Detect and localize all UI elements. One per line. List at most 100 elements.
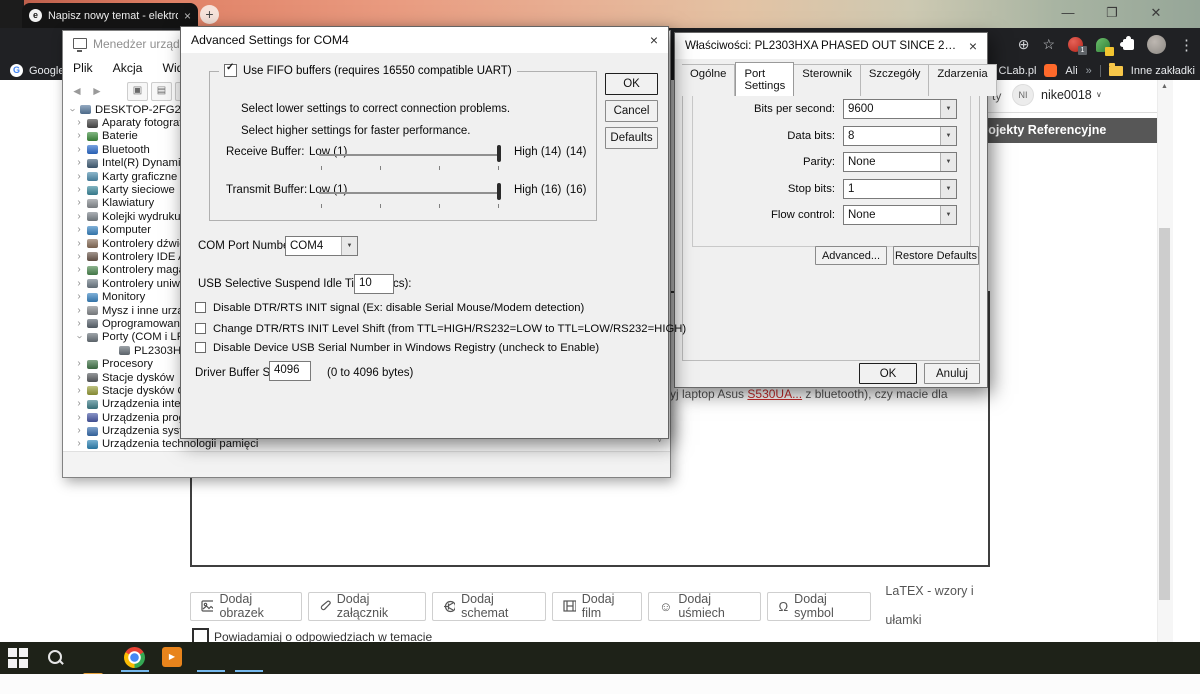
tree-chevron-icon[interactable]	[75, 225, 83, 235]
menu-item[interactable]: Akcja	[103, 58, 153, 75]
tab[interactable]: Szczegóły	[860, 64, 930, 96]
back-icon[interactable]: ◄	[71, 84, 83, 98]
extensions-puzzle-icon[interactable]	[1120, 36, 1134, 50]
disable-serial-checkbox[interactable]	[195, 342, 206, 353]
tree-chevron-icon[interactable]	[75, 373, 83, 383]
add-smiley-button[interactable]: ☺ Dodaj uśmiech	[648, 591, 762, 621]
dropdown-arrow-icon[interactable]: ▼	[940, 100, 956, 118]
browser-tab[interactable]: e Napisz nowy temat - elektroda.pl ×	[22, 3, 198, 28]
tree-chevron-icon[interactable]	[75, 426, 83, 436]
tab[interactable]: Port Settings	[735, 62, 795, 96]
tree-chevron-icon[interactable]	[75, 145, 83, 155]
dropdown-arrow-icon[interactable]: ▼	[341, 237, 357, 255]
tree-chevron-icon[interactable]	[74, 333, 84, 341]
dropdown-arrow-icon[interactable]: ▼	[940, 180, 956, 198]
tree-chevron-icon[interactable]	[75, 306, 83, 316]
tree-chevron-icon[interactable]	[75, 185, 83, 195]
tab[interactable]: Zdarzenia	[929, 64, 997, 96]
post-text-link[interactable]: S530UA...	[747, 387, 802, 401]
user-menu-caret-icon[interactable]: ∨	[1096, 90, 1102, 99]
tree-chevron-icon[interactable]	[75, 158, 83, 168]
tab[interactable]: Ogólne	[682, 64, 736, 96]
restore-defaults-button[interactable]: Restore Defaults	[893, 246, 979, 265]
tree-chevron-icon[interactable]	[75, 413, 83, 423]
driver-buffer-input[interactable]: 4096	[269, 361, 311, 381]
receive-slider-thumb[interactable]	[497, 145, 501, 162]
scrollbar-up-icon[interactable]: ▲	[1161, 83, 1168, 90]
chrome-icon[interactable]	[124, 647, 145, 668]
add-attachment-button[interactable]: Dodaj załącznik	[308, 591, 426, 621]
start-button[interactable]	[8, 647, 30, 670]
cancel-button[interactable]: Anuluj	[924, 363, 980, 384]
tree-chevron-icon[interactable]	[75, 118, 83, 128]
dropdown-arrow-icon[interactable]: ▼	[940, 153, 956, 171]
ok-button[interactable]: OK	[859, 363, 917, 384]
extension-red-icon[interactable]: 1	[1068, 37, 1087, 55]
advanced-titlebar[interactable]: Advanced Settings for COM4 ×	[181, 27, 668, 53]
disable-dtr-checkbox[interactable]	[195, 302, 206, 313]
close-icon[interactable]: ×	[969, 33, 977, 59]
bookmarks-overflow-chevron[interactable]: »	[1086, 65, 1092, 77]
ok-button[interactable]: OK	[605, 73, 658, 95]
tree-chevron-icon[interactable]	[67, 106, 77, 114]
tree-chevron-icon[interactable]	[75, 252, 83, 262]
tree-chevron-icon[interactable]	[75, 439, 83, 449]
tree-chevron-icon[interactable]	[75, 265, 83, 275]
menu-kebab-icon[interactable]: ⋮	[1179, 36, 1194, 54]
console-icon[interactable]: ▣	[127, 82, 148, 101]
tab[interactable]: Sterownik	[794, 64, 861, 96]
dropdown-arrow-icon[interactable]: ▼	[940, 206, 956, 224]
bookmark-clab[interactable]: CLab.pl	[999, 65, 1037, 77]
tree-chevron-icon[interactable]	[75, 359, 83, 369]
transmit-slider-thumb[interactable]	[497, 183, 501, 200]
menu-item[interactable]: Plik	[63, 58, 103, 75]
latex-link[interactable]: LaTEX - wzory i ułamki	[877, 577, 1000, 635]
bookmark-star-icon[interactable]: ☆	[1042, 36, 1055, 53]
add-image-button[interactable]: Dodaj obrazek	[190, 591, 303, 621]
tree-chevron-icon[interactable]	[75, 319, 83, 329]
tree-row[interactable]: Urządzenia technologii pamięci	[63, 438, 655, 451]
cancel-button[interactable]: Cancel	[605, 100, 658, 122]
username[interactable]: nike0018	[1041, 88, 1092, 102]
new-tab-button[interactable]: +	[200, 5, 219, 24]
add-film-button[interactable]: Dodaj film	[552, 591, 643, 621]
search-button[interactable]	[45, 647, 67, 669]
field-dropdown[interactable]: None ▼	[843, 152, 957, 172]
field-dropdown[interactable]: None ▼	[843, 205, 957, 225]
forward-icon[interactable]: ►	[91, 84, 103, 98]
add-schematic-button[interactable]: Dodaj schemat	[431, 591, 547, 621]
zoom-icon[interactable]: ⊕	[1018, 36, 1030, 53]
close-icon[interactable]: ×	[650, 27, 658, 53]
films-tv-icon[interactable]: ▶	[162, 647, 182, 667]
tree-chevron-icon[interactable]	[75, 399, 83, 409]
bookmark-google[interactable]: Google	[29, 65, 64, 77]
com-port-dropdown[interactable]: COM4 ▼	[285, 236, 358, 256]
other-bookmarks-button[interactable]: Inne zakładki	[1131, 65, 1195, 77]
tree-chevron-icon[interactable]	[75, 292, 83, 302]
scrollbar-thumb[interactable]	[1159, 228, 1170, 600]
advanced-button[interactable]: Advanced...	[815, 246, 887, 265]
field-dropdown[interactable]: 8 ▼	[843, 126, 957, 146]
field-dropdown[interactable]: 9600 ▼	[843, 99, 957, 119]
tree-chevron-icon[interactable]	[75, 386, 83, 396]
add-symbol-button[interactable]: Ω Dodaj symbol	[767, 591, 872, 621]
window-maximize-button[interactable]: ❐	[1102, 3, 1122, 23]
defaults-button[interactable]: Defaults	[605, 127, 658, 149]
fifo-checkbox[interactable]	[224, 62, 237, 77]
window-minimize-button[interactable]: —	[1058, 3, 1078, 23]
field-dropdown[interactable]: 1 ▼	[843, 179, 957, 199]
tree-chevron-icon[interactable]	[75, 239, 83, 249]
properties-titlebar[interactable]: Właściwości: PL2303HXA PHASED OUT SINCE …	[675, 33, 987, 59]
dropdown-arrow-icon[interactable]: ▼	[940, 127, 956, 145]
tree-chevron-icon[interactable]	[75, 198, 83, 208]
receive-slider-track[interactable]	[319, 154, 501, 156]
usb-suspend-input[interactable]: 10	[354, 274, 394, 294]
user-avatar[interactable]: NI	[1012, 84, 1034, 106]
profile-avatar[interactable]	[1147, 35, 1166, 54]
tab-close-icon[interactable]: ×	[184, 9, 191, 23]
transmit-slider-track[interactable]	[319, 192, 501, 194]
tree-chevron-icon[interactable]	[75, 279, 83, 289]
properties-icon[interactable]: ▤	[151, 82, 172, 101]
window-close-button[interactable]: ✕	[1146, 3, 1166, 23]
tree-chevron-icon[interactable]	[75, 172, 83, 182]
